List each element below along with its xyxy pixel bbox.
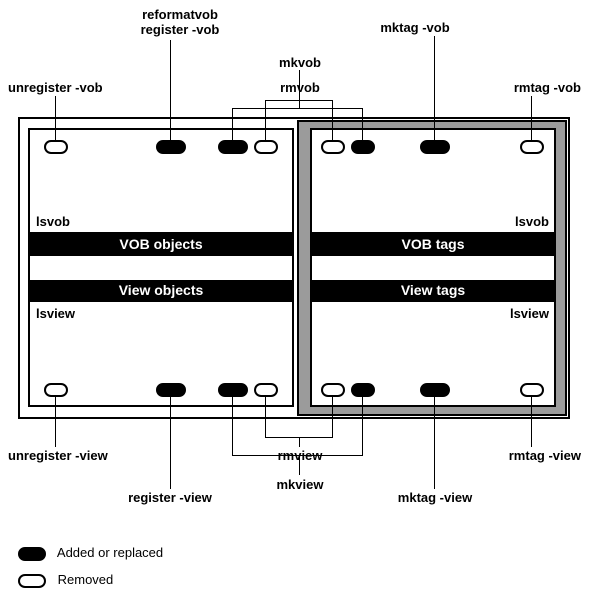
label-unregister-vob: unregister -vob — [8, 80, 103, 95]
pill-rmview-right — [321, 383, 345, 397]
line — [332, 100, 333, 140]
line — [232, 108, 363, 109]
pill-rmtag-view — [520, 383, 544, 397]
pill-mktag-view — [420, 383, 450, 397]
line — [55, 397, 56, 447]
pill-rmvob-left — [254, 140, 278, 154]
label-mktag-view: mktag -view — [390, 490, 480, 505]
pill-mkview-right — [351, 383, 375, 397]
banner-vob-objects: VOB objects — [28, 234, 294, 256]
line — [265, 100, 333, 101]
line — [332, 397, 333, 437]
legend-removed-text: Removed — [58, 572, 114, 587]
label-lsvob-left: lsvob — [36, 214, 70, 229]
line — [265, 397, 266, 437]
label-rmtag-vob: rmtag -vob — [514, 80, 581, 95]
label-unregister-view: unregister -view — [8, 448, 108, 463]
pill-rmvob-right — [321, 140, 345, 154]
legend-removed: Removed — [18, 572, 113, 588]
label-register-vob: register -vob — [141, 22, 220, 37]
banner-view-tags: View tags — [310, 280, 556, 302]
line — [55, 96, 56, 140]
pill-unregister-view — [44, 383, 68, 397]
line — [265, 100, 266, 140]
line — [434, 397, 435, 489]
label-mkview: mkview — [270, 477, 330, 492]
line — [299, 94, 300, 100]
label-register-view: register -view — [120, 490, 220, 505]
line — [299, 437, 300, 447]
banner-view-objects: View objects — [28, 280, 294, 302]
label-reformatvob: reformatvob — [142, 7, 218, 22]
label-lsvob-right: lsvob — [515, 214, 549, 229]
pill-icon — [18, 574, 46, 588]
line — [531, 96, 532, 140]
pill-mktag-vob — [420, 140, 450, 154]
pill-rmview-left — [254, 383, 278, 397]
line — [299, 70, 300, 108]
label-mkvob: mkvob — [270, 55, 330, 70]
line — [434, 36, 435, 140]
label-reformatvob-register-vob: reformatvob register -vob — [120, 7, 240, 37]
line — [232, 397, 233, 455]
line — [232, 108, 233, 140]
label-rmview: rmview — [270, 448, 330, 463]
legend-added: Added or replaced — [18, 545, 163, 561]
pill-mkview-left — [218, 383, 248, 397]
line — [362, 108, 363, 140]
line — [362, 397, 363, 455]
label-rmvob: rmvob — [270, 80, 330, 95]
pill-unregister-vob — [44, 140, 68, 154]
pill-icon — [18, 547, 46, 561]
label-lsview-right: lsview — [510, 306, 549, 321]
diagram-canvas: unregister -vob reformatvob register -vo… — [0, 0, 589, 600]
pill-reformatvob-register-vob — [156, 140, 186, 154]
label-lsview-left: lsview — [36, 306, 75, 321]
line — [531, 397, 532, 447]
line — [170, 40, 171, 140]
pill-register-view — [156, 383, 186, 397]
banner-vob-tags: VOB tags — [310, 234, 556, 256]
label-mktag-vob: mktag -vob — [370, 20, 460, 35]
line — [170, 397, 171, 489]
legend-added-text: Added or replaced — [57, 545, 163, 560]
pill-mkvob-left — [218, 140, 248, 154]
pill-rmtag-vob — [520, 140, 544, 154]
label-rmtag-view: rmtag -view — [509, 448, 581, 463]
pill-mkvob-right — [351, 140, 375, 154]
